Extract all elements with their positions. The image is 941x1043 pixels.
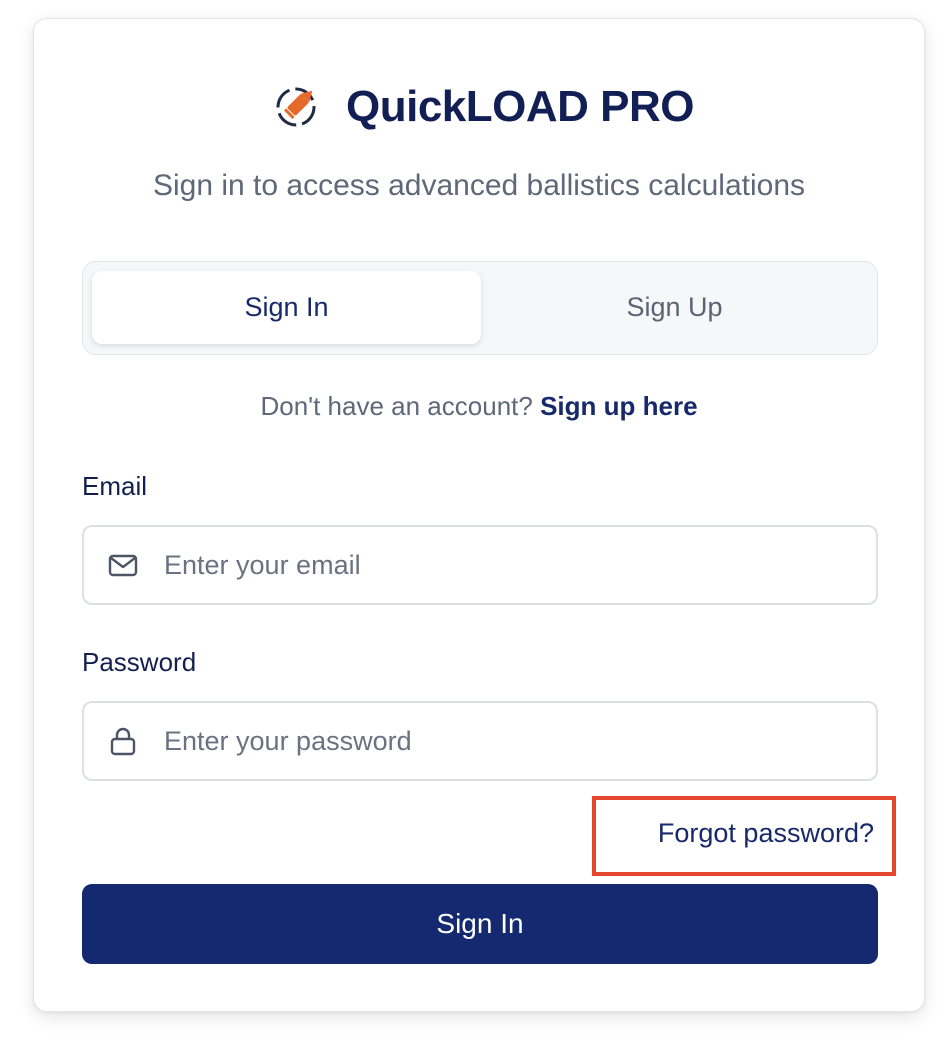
forgot-password-link[interactable]: Forgot password? — [658, 818, 874, 849]
password-input[interactable] — [164, 703, 876, 779]
password-field[interactable] — [82, 701, 878, 781]
bullet-target-icon — [276, 87, 316, 127]
sign-in-card: QuickLOAD PRO Sign in to access advanced… — [33, 18, 925, 1012]
mail-icon — [108, 554, 138, 577]
tab-sign-up[interactable]: Sign Up — [480, 271, 869, 344]
account-prompt: Don't have an account? Sign up here — [34, 391, 924, 422]
email-label: Email — [82, 471, 148, 501]
tab-sign-in[interactable]: Sign In — [92, 271, 481, 344]
forgot-password-highlight: Forgot password? — [592, 796, 896, 876]
account-prompt-text: Don't have an account? — [260, 391, 533, 421]
email-field[interactable] — [82, 525, 878, 605]
lock-icon — [110, 727, 136, 756]
sign-up-link[interactable]: Sign up here — [540, 391, 697, 421]
password-label: Password — [82, 647, 197, 677]
page-subtitle: Sign in to access advanced ballistics ca… — [152, 169, 806, 202]
brand-header: QuickLOAD PRO — [34, 75, 924, 139]
email-input[interactable] — [164, 527, 876, 603]
app-title: QuickLOAD PRO — [346, 82, 695, 131]
auth-tabs: Sign In Sign Up — [82, 261, 878, 355]
sign-in-button[interactable]: Sign In — [82, 884, 878, 964]
